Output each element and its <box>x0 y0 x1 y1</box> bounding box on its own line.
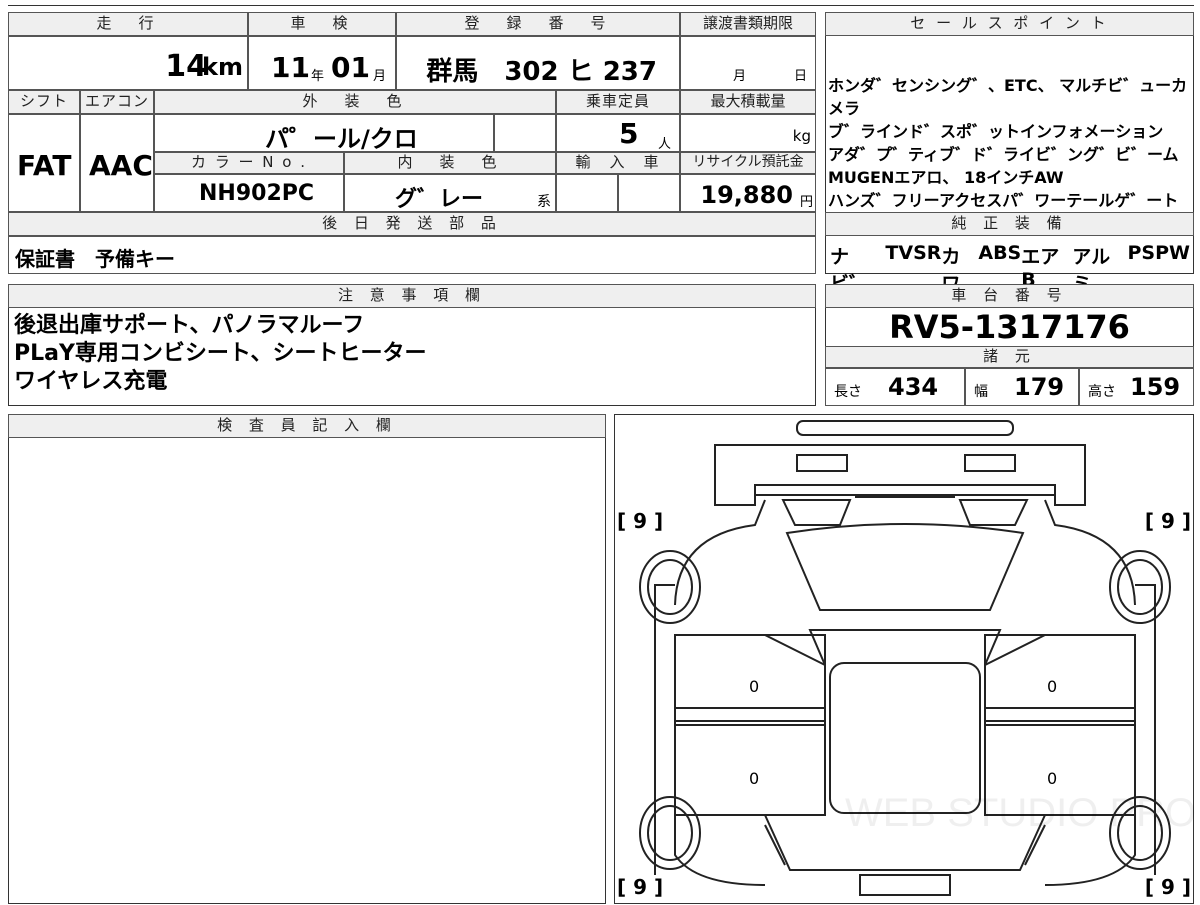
length-label: 長さ <box>834 384 862 400</box>
color-no-header: カ ラ ー N o . <box>154 152 344 174</box>
color-no-value: NH902PC <box>199 181 315 206</box>
sales-point-item: ブ゛ラインド゛スポ゛ットインフォメーション <box>828 122 1164 141</box>
registration-header: 登 録 番 号 <box>396 12 680 36</box>
height-value: 159 <box>1130 373 1181 401</box>
tire-mark-front-right: [ 9 ] <box>1144 509 1191 533</box>
notes-line: PLaY専用コンビシート、シートヒーター <box>14 341 427 366</box>
inspection-cell: 11 年 01 月 <box>248 36 396 90</box>
sales-point-item: ホンダ゛センシング゛、ETC、 マルチビ゛ューカメラ <box>828 76 1188 118</box>
top-clipped-strip <box>8 0 1194 6</box>
chassis-value: RV5-1317176 <box>889 308 1130 346</box>
sales-point-item: ハンズ゛フリーアクセスパ゛ワーテールゲ゛ート <box>828 191 1179 210</box>
later-parts-header: 後 日 発 送 部 品 <box>8 212 816 236</box>
specs-header: 諸 元 <box>825 346 1194 368</box>
transfer-deadline-cell: 月 日 <box>680 36 816 90</box>
shift-cell: FAT <box>8 114 80 212</box>
interior-color-value: グ゛レー <box>395 187 484 212</box>
mileage-cell: 14 km <box>8 36 248 90</box>
height-label: 高さ <box>1088 384 1116 400</box>
inspection-year-unit: 年 <box>311 69 325 84</box>
car-diagram-box: [ 9 ] [ 9 ] [ 9 ] [ 9 ] 0 0 0 0 WEB STUD… <box>614 414 1197 904</box>
door-mark-rear-right: 0 <box>1047 769 1058 788</box>
shift-value: FAT <box>17 149 72 182</box>
recycle-value: 19,880 <box>700 181 793 209</box>
tire-mark-rear-right: [ 9 ] <box>1144 875 1191 899</box>
import-cell-1 <box>556 174 618 212</box>
registration-cell: 群馬 302 ヒ 237 <box>396 36 680 90</box>
length-value: 434 <box>888 373 939 401</box>
genuine-equipment-header: 純 正 装 備 <box>825 212 1194 236</box>
width-value: 179 <box>1014 373 1065 401</box>
max-load-unit: kg <box>792 127 811 145</box>
notes-header: 注 意 事 項 欄 <box>8 284 816 308</box>
inspection-month: 01 <box>331 51 370 84</box>
tire-mark-rear-left: [ 9 ] <box>617 875 664 899</box>
capacity-unit: 人 <box>657 137 671 152</box>
inspection-header: 車 検 <box>248 12 396 36</box>
max-load-cell: kg <box>680 114 816 152</box>
transfer-day-unit: 日 <box>793 69 807 84</box>
sales-points-header: セ ー ル ス ポ イ ン ト <box>825 12 1194 36</box>
recycle-unit: 円 <box>799 195 813 210</box>
mileage-header: 走 行 <box>8 12 248 36</box>
tire-mark-front-left: [ 9 ] <box>617 509 664 533</box>
door-mark-front-right: 0 <box>1047 677 1058 696</box>
watermark: WEB STUDIO PRO <box>845 791 1197 835</box>
interior-color-suffix: 系 <box>537 194 551 210</box>
length-cell: 長さ 434 <box>825 368 965 406</box>
import-cell-2 <box>618 174 680 212</box>
import-header: 輸 入 車 <box>556 152 680 174</box>
later-parts-cell: 保証書 予備キー <box>8 236 816 274</box>
exterior-color-extra <box>494 114 556 152</box>
notes-lines: 後退出庫サポート、パノラマルーフ PLaY専用コンビシート、シートヒーター ワイ… <box>14 312 804 396</box>
door-mark-rear-left: 0 <box>749 769 760 788</box>
transfer-month-unit: 月 <box>733 69 747 84</box>
transfer-deadline-header: 譲渡書類期限 <box>680 12 816 36</box>
sales-point-item: MUGENエアロ、 18インチAW <box>828 168 1064 187</box>
width-cell: 幅 179 <box>965 368 1079 406</box>
mileage-unit: km <box>202 53 243 81</box>
door-mark-front-left: 0 <box>749 677 760 696</box>
sales-points-list: ホンダ゛センシング゛、ETC、 マルチビ゛ューカメラ ブ゛ラインド゛スポ゛ットイ… <box>828 74 1192 212</box>
mileage-value: 14 <box>165 49 207 84</box>
exterior-color-cell: パ゜ール/クロ <box>154 114 494 153</box>
recycle-header: リサイクル預託金 <box>680 152 816 174</box>
capacity-value: 5 <box>619 117 639 150</box>
capacity-header: 乗車定員 <box>556 90 680 114</box>
shift-header: シフト <box>8 90 80 114</box>
inspector-header: 検 査 員 記 入 欄 <box>8 414 606 438</box>
exterior-color-value: パ゜ール/クロ <box>265 125 418 153</box>
aircon-cell: AAC <box>80 114 154 212</box>
max-load-header: 最大積載量 <box>680 90 816 114</box>
interior-color-header: 内 装 色 <box>344 152 556 174</box>
capacity-cell: 5 人 <box>556 114 680 152</box>
recycle-cell: 19,880 円 <box>680 174 816 212</box>
inspector-box <box>8 414 606 904</box>
color-no-cell: NH902PC <box>154 174 344 212</box>
inspection-year: 11 <box>271 51 310 84</box>
inspection-month-unit: 月 <box>373 69 387 84</box>
height-cell: 高さ 159 <box>1079 368 1194 406</box>
aircon-value: AAC <box>89 149 153 182</box>
notes-line: ワイヤレス充電 <box>14 369 168 394</box>
aircon-header: エアコン <box>80 90 154 114</box>
width-label: 幅 <box>974 384 988 400</box>
interior-color-cell: グ゛レー 系 <box>344 174 556 212</box>
notes-line: 後退出庫サポート、パノラマルーフ <box>14 313 365 338</box>
sales-point-item: アダ゛プ゛ティブ゛ド゛ライビ゛ング゛ビ゛ーム <box>828 145 1179 164</box>
chassis-header: 車 台 番 号 <box>825 284 1194 308</box>
later-parts-value: 保証書 予備キー <box>15 247 175 271</box>
exterior-color-header: 外 装 色 <box>154 90 556 114</box>
registration-value: 群馬 302 ヒ 237 <box>426 57 657 87</box>
